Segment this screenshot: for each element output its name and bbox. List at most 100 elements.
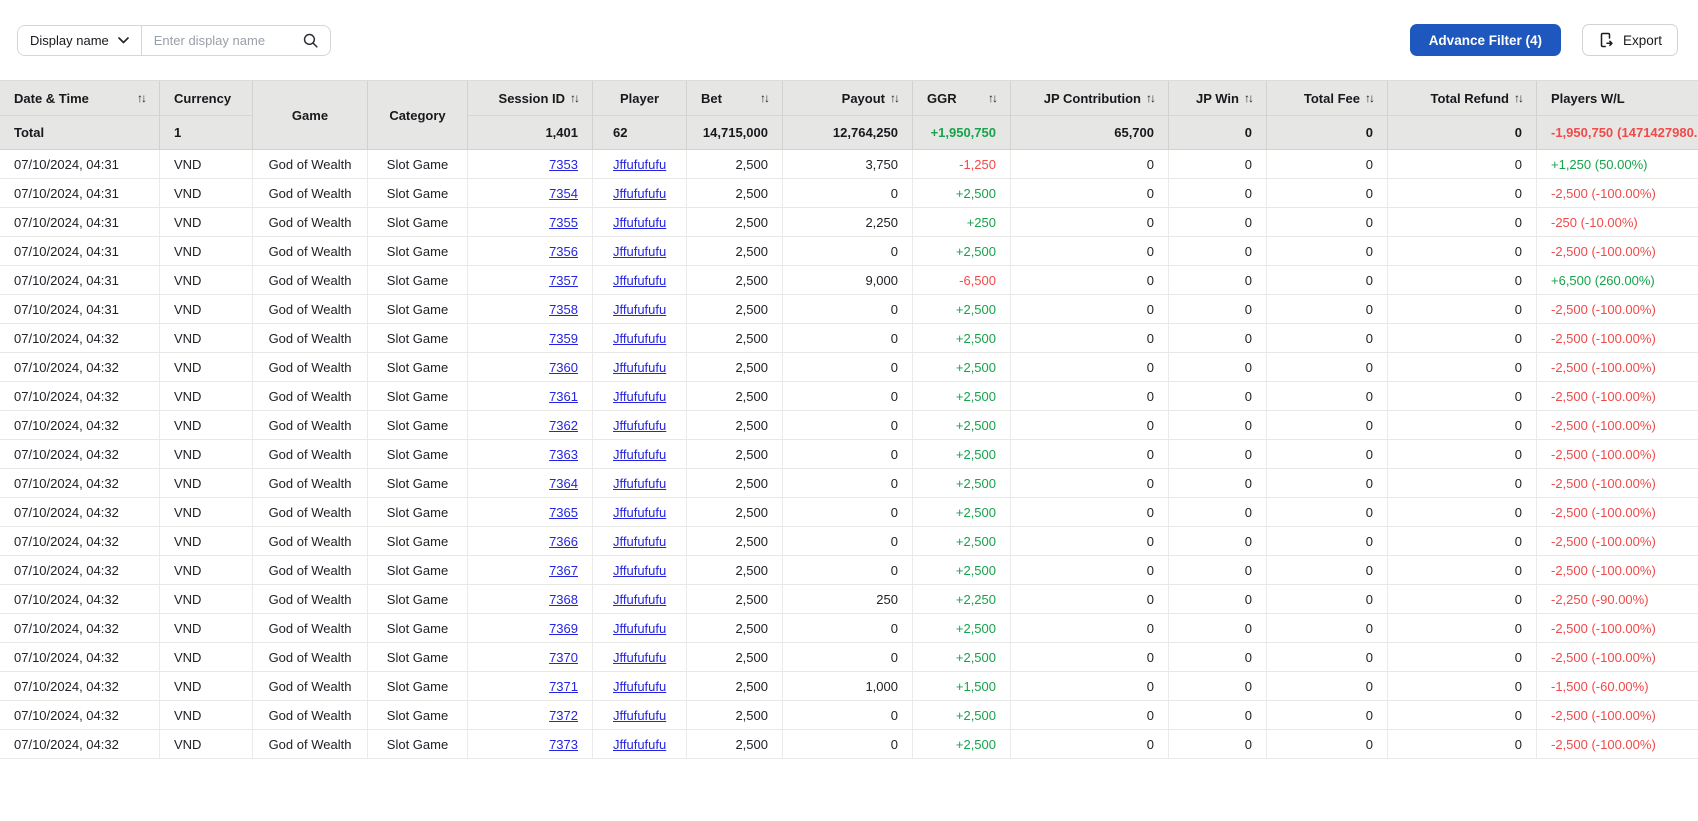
column-header-ggr[interactable]: GGR ↑↓ (913, 81, 1011, 116)
sort-icon[interactable]: ↑↓ (1146, 91, 1156, 105)
cell-value: 0 (1365, 243, 1373, 259)
session-id-link[interactable]: 7372 (549, 708, 578, 723)
player-link[interactable]: Jffufufufu (613, 621, 666, 636)
player-link[interactable]: Jffufufufu (613, 186, 666, 201)
session-id-link[interactable]: 7362 (549, 418, 578, 433)
session-id-link[interactable]: 7353 (549, 157, 578, 172)
player-link[interactable]: Jffufufufu (613, 215, 666, 230)
search-icon[interactable] (300, 32, 330, 49)
player-link[interactable]: Jffufufufu (613, 563, 666, 578)
session-id-link[interactable]: 7365 (549, 505, 578, 520)
cell-jp_win: 0 (1169, 730, 1267, 758)
cell-player: Jffufufufu (593, 324, 687, 352)
cell-value: 2,500 (735, 678, 768, 694)
session-id-link[interactable]: 7360 (549, 360, 578, 375)
session-id-link[interactable]: 7367 (549, 563, 578, 578)
sort-icon[interactable]: ↑↓ (890, 91, 900, 105)
export-button[interactable]: Export (1581, 24, 1678, 56)
cell-session: 7360 (468, 353, 593, 381)
sort-icon[interactable]: ↑↓ (1365, 91, 1375, 105)
cell-value: +2,500 (955, 359, 996, 375)
advance-filter-button[interactable]: Advance Filter (4) (1409, 24, 1561, 56)
column-header-payout[interactable]: Payout ↑↓ (783, 81, 913, 116)
session-id-link[interactable]: 7371 (549, 679, 578, 694)
player-link[interactable]: Jffufufufu (613, 679, 666, 694)
search-field-dropdown[interactable]: Display name (18, 25, 141, 55)
session-id-link[interactable]: 7356 (549, 244, 578, 259)
session-id-link[interactable]: 7354 (549, 186, 578, 201)
player-link[interactable]: Jffufufufu (613, 331, 666, 346)
session-id-link[interactable]: 7361 (549, 389, 578, 404)
session-id-link[interactable]: 7366 (549, 534, 578, 549)
player-link[interactable]: Jffufufufu (613, 737, 666, 752)
cell-value: +2,500 (955, 533, 996, 549)
cell-value: 0 (890, 301, 898, 317)
sort-icon[interactable]: ↑↓ (988, 91, 998, 105)
cell-game: God of Wealth (253, 469, 368, 497)
cell-value: 0 (1514, 620, 1522, 636)
session-id-link[interactable]: 7357 (549, 273, 578, 288)
cell-total_refund: 0 (1388, 324, 1537, 352)
player-link[interactable]: Jffufufufu (613, 505, 666, 520)
cell-session: 7373 (468, 730, 593, 758)
player-link[interactable]: Jffufufufu (613, 592, 666, 607)
cell-jp_win: 0 (1169, 295, 1267, 323)
player-link[interactable]: Jffufufufu (613, 447, 666, 462)
sort-icon[interactable]: ↑↓ (1514, 91, 1524, 105)
player-link[interactable]: Jffufufufu (613, 360, 666, 375)
player-link[interactable]: Jffufufufu (613, 389, 666, 404)
cell-player: Jffufufufu (593, 382, 687, 410)
cell-game: God of Wealth (253, 295, 368, 323)
player-link[interactable]: Jffufufufu (613, 650, 666, 665)
session-id-link[interactable]: 7355 (549, 215, 578, 230)
session-id-link[interactable]: 7373 (549, 737, 578, 752)
player-link[interactable]: Jffufufufu (613, 476, 666, 491)
cell-player: Jffufufufu (593, 672, 687, 700)
cell-player: Jffufufufu (593, 179, 687, 207)
session-id-link[interactable]: 7363 (549, 447, 578, 462)
cell-value: 3,750 (865, 156, 898, 172)
session-id-link[interactable]: 7364 (549, 476, 578, 491)
player-link[interactable]: Jffufufufu (613, 708, 666, 723)
cell-total_fee: 0 (1267, 730, 1388, 758)
column-header-bet[interactable]: Bet ↑↓ (687, 81, 783, 116)
cell-value: Slot Game (386, 156, 449, 172)
search-input[interactable] (141, 25, 300, 55)
cell-value: +250 (966, 214, 996, 230)
session-id-link[interactable]: 7358 (549, 302, 578, 317)
column-header-datetime[interactable]: Date & Time ↑↓ (0, 81, 160, 116)
total-total_fee: 0 (1267, 116, 1388, 149)
sort-icon[interactable]: ↑↓ (1244, 91, 1254, 105)
sort-icon[interactable]: ↑↓ (760, 91, 770, 105)
sort-icon[interactable]: ↑↓ (570, 91, 580, 105)
cell-game: God of Wealth (253, 701, 368, 729)
player-link[interactable]: Jffufufufu (613, 418, 666, 433)
column-header-jp_win[interactable]: JP Win ↑↓ (1169, 81, 1267, 116)
player-link[interactable]: Jffufufufu (613, 157, 666, 172)
cell-value: -2,500 (-100.00%) (1551, 475, 1656, 491)
cell-bet: 2,500 (687, 527, 783, 555)
column-header-session[interactable]: Session ID ↑↓ (468, 81, 593, 116)
session-id-link[interactable]: 7370 (549, 650, 578, 665)
cell-category: Slot Game (368, 701, 468, 729)
player-link[interactable]: Jffufufufu (613, 534, 666, 549)
cell-payout: 0 (783, 730, 913, 758)
column-header-total_fee[interactable]: Total Fee ↑↓ (1267, 81, 1388, 116)
player-link[interactable]: Jffufufufu (613, 302, 666, 317)
session-id-link[interactable]: 7368 (549, 592, 578, 607)
cell-game: God of Wealth (253, 411, 368, 439)
export-file-icon (1598, 32, 1614, 48)
cell-value: 0 (1146, 156, 1154, 172)
cell-currency: VND (160, 353, 253, 381)
session-id-link[interactable]: 7359 (549, 331, 578, 346)
sort-icon[interactable]: ↑↓ (137, 91, 147, 105)
player-link[interactable]: Jffufufufu (613, 273, 666, 288)
cell-value: 0 (1365, 591, 1373, 607)
column-header-total_refund[interactable]: Total Refund ↑↓ (1388, 81, 1537, 116)
column-header-jp_contribution[interactable]: JP Contribution ↑↓ (1011, 81, 1169, 116)
session-id-link[interactable]: 7369 (549, 621, 578, 636)
cell-category: Slot Game (368, 469, 468, 497)
cell-value: 0 (1146, 620, 1154, 636)
cell-ggr: +2,500 (913, 179, 1011, 207)
player-link[interactable]: Jffufufufu (613, 244, 666, 259)
